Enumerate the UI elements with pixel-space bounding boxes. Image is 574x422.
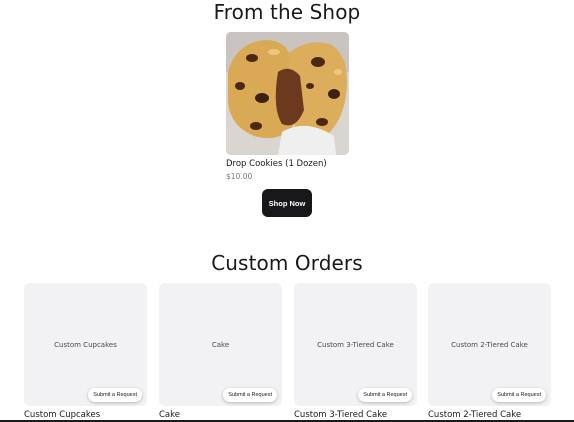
custom-order-tile[interactable]: Custom 2-Tiered Cake Submit a Request <box>428 283 551 406</box>
from-the-shop-heading: From the Shop <box>213 0 361 24</box>
product-name[interactable]: Drop Cookies (1 Dozen) <box>226 159 349 169</box>
tile-label: Custom Cupcakes <box>54 340 117 349</box>
tile-label: Cake <box>211 340 230 349</box>
tile-label: Custom 2-Tiered Cake <box>451 340 528 349</box>
custom-order-tile[interactable]: Custom 3-Tiered Cake Submit a Request <box>294 283 417 406</box>
submit-request-button[interactable]: Submit a Request <box>492 388 546 402</box>
custom-order-card-3-tiered-cake[interactable]: Custom 3-Tiered Cake Submit a Request Cu… <box>294 283 417 420</box>
custom-order-card-cupcakes[interactable]: Custom Cupcakes Submit a Request Custom … <box>24 283 147 420</box>
custom-order-card-cake[interactable]: Cake Submit a Request Cake <box>159 283 282 420</box>
cookie-product-image[interactable] <box>226 32 349 155</box>
tile-label: Custom 3-Tiered Cake <box>317 340 394 349</box>
custom-order-name[interactable]: Cake <box>159 410 282 420</box>
custom-order-tile[interactable]: Cake Submit a Request <box>159 283 282 406</box>
custom-order-name[interactable]: Custom 2-Tiered Cake <box>428 410 551 420</box>
submit-request-button[interactable]: Submit a Request <box>358 388 412 402</box>
product-card[interactable]: Drop Cookies (1 Dozen) $10.00 <box>226 32 349 181</box>
page: From the Shop Drop Cookies (1 Dozen) $10… <box>0 0 574 422</box>
custom-order-tile[interactable]: Custom Cupcakes Submit a Request <box>24 283 147 406</box>
cookie-photo <box>226 32 349 155</box>
custom-order-name[interactable]: Custom 3-Tiered Cake <box>294 410 417 420</box>
custom-orders-heading: Custom Orders <box>211 251 363 275</box>
custom-order-name[interactable]: Custom Cupcakes <box>24 410 147 420</box>
submit-request-button[interactable]: Submit a Request <box>223 388 277 402</box>
product-price: $10.00 <box>226 172 253 181</box>
custom-order-card-2-tiered-cake[interactable]: Custom 2-Tiered Cake Submit a Request Cu… <box>428 283 551 420</box>
submit-request-button[interactable]: Submit a Request <box>88 388 142 402</box>
shop-now-button[interactable]: Shop Now <box>262 189 312 217</box>
